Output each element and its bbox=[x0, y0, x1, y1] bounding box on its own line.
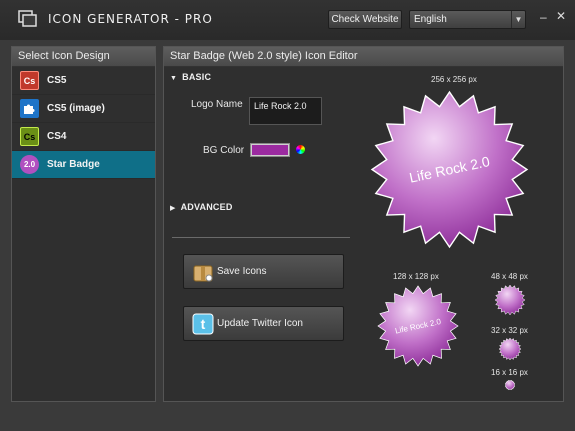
star-badge-shape bbox=[504, 379, 516, 391]
design-item-star-badge[interactable]: 2.0 Star Badge bbox=[12, 151, 155, 179]
language-select[interactable]: English ▼ bbox=[409, 10, 526, 29]
icon-design-panel: Select Icon Design Cs CS5 CS5 (image) Cs… bbox=[11, 46, 156, 402]
size-256-label: 256 x 256 px bbox=[431, 75, 477, 84]
save-icons-button[interactable]: Save Icons bbox=[183, 254, 344, 289]
star-badge-shape bbox=[494, 284, 526, 316]
badge-preview-256: Life Rock 2.0 bbox=[370, 90, 529, 249]
chevron-down-icon[interactable]: ▼ bbox=[511, 11, 525, 28]
badge-preview-48 bbox=[494, 284, 526, 316]
size-48-label: 48 x 48 px bbox=[491, 272, 528, 281]
app-title: ICON GENERATOR - PRO bbox=[48, 12, 213, 26]
close-button[interactable]: ✕ bbox=[556, 9, 568, 23]
app-logo-icon bbox=[18, 10, 37, 27]
badge-preview-128: Life Rock 2.0 bbox=[377, 285, 459, 367]
logo-name-label: Logo Name bbox=[191, 99, 243, 110]
box-icon bbox=[193, 265, 213, 282]
size-16-label: 16 x 16 px bbox=[491, 368, 528, 377]
twitter-icon: t bbox=[192, 313, 214, 335]
star-badge-shape bbox=[498, 337, 522, 361]
design-item-label: CS4 bbox=[47, 131, 67, 142]
icon-design-header: Select Icon Design bbox=[12, 47, 155, 67]
bg-color-label: BG Color bbox=[203, 145, 245, 156]
triangle-down-icon: ▼ bbox=[170, 75, 178, 82]
design-item-label: Star Badge bbox=[47, 159, 100, 170]
badge-preview-16 bbox=[504, 379, 516, 391]
color-wheel-icon[interactable] bbox=[296, 145, 305, 154]
svg-text:t: t bbox=[201, 316, 206, 332]
puzzle-icon bbox=[20, 99, 39, 118]
basic-label: BASIC bbox=[182, 72, 212, 82]
cs5-icon: Cs bbox=[20, 71, 39, 90]
design-item-label: CS5 bbox=[47, 75, 67, 86]
badge-preview-32 bbox=[498, 337, 522, 361]
basic-section-toggle[interactable]: ▼ BASIC bbox=[170, 72, 211, 82]
minimize-button[interactable]: – bbox=[540, 10, 550, 24]
divider bbox=[172, 237, 350, 238]
title-bar: ICON GENERATOR - PRO Check Website Engli… bbox=[0, 0, 575, 40]
design-item-label: CS5 (image) bbox=[47, 103, 105, 114]
design-item-cs4[interactable]: Cs CS4 bbox=[12, 123, 155, 151]
size-32-label: 32 x 32 px bbox=[491, 326, 528, 335]
size-128-label: 128 x 128 px bbox=[393, 272, 439, 281]
language-value: English bbox=[414, 14, 447, 25]
design-item-cs5-image[interactable]: CS5 (image) bbox=[12, 95, 155, 123]
design-item-cs5[interactable]: Cs CS5 bbox=[12, 67, 155, 95]
star-badge-icon: 2.0 bbox=[20, 155, 39, 174]
cs4-icon: Cs bbox=[20, 127, 39, 146]
check-website-button[interactable]: Check Website bbox=[328, 10, 402, 29]
update-twitter-icon-button[interactable]: t Update Twitter Icon bbox=[183, 306, 344, 341]
update-twitter-label: Update Twitter Icon bbox=[217, 318, 303, 329]
save-icons-label: Save Icons bbox=[217, 266, 267, 277]
advanced-label: ADVANCED bbox=[180, 202, 233, 212]
editor-header: Star Badge (Web 2.0 style) Icon Editor bbox=[164, 47, 563, 67]
triangle-right-icon: ▶ bbox=[170, 205, 176, 212]
logo-name-input[interactable]: Life Rock 2.0 bbox=[249, 97, 322, 125]
bg-color-swatch[interactable] bbox=[250, 143, 290, 157]
advanced-section-toggle[interactable]: ▶ ADVANCED bbox=[170, 202, 233, 212]
